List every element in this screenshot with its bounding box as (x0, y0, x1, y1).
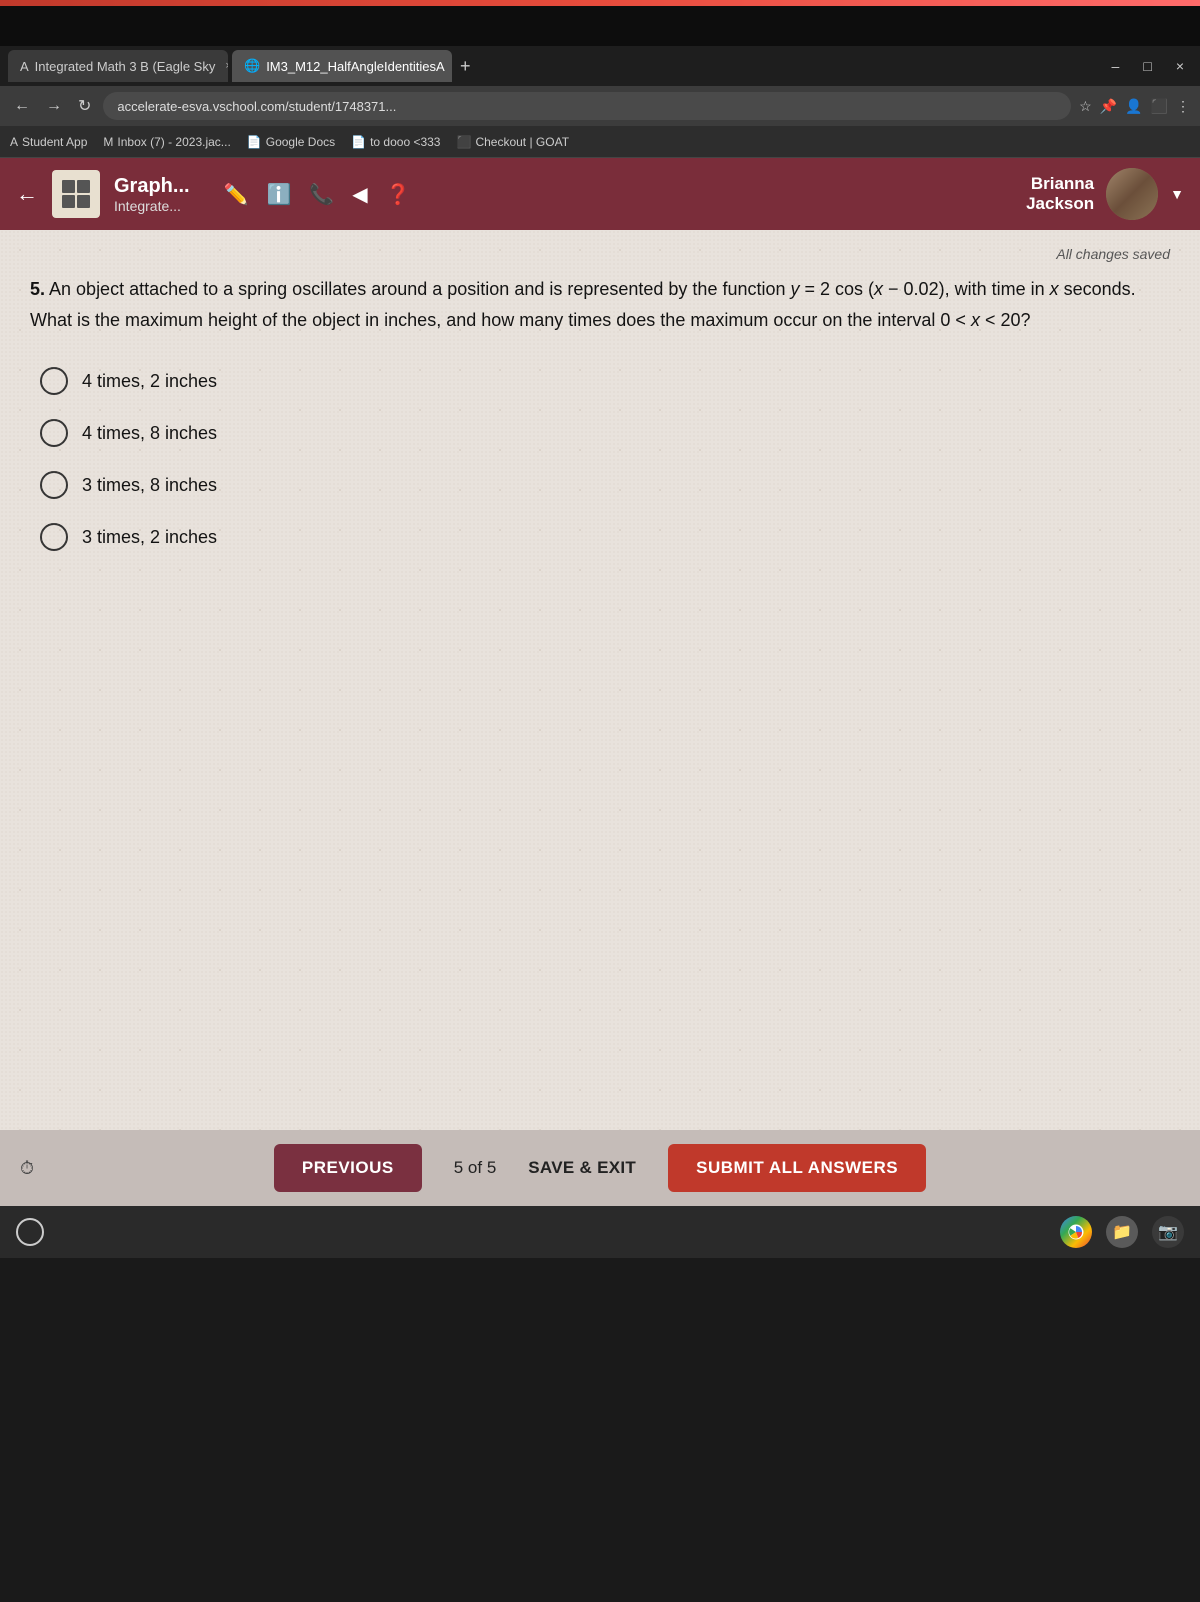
previous-button[interactable]: PREVIOUS (274, 1144, 422, 1192)
grid-cell-1 (62, 180, 75, 193)
tab-label-math: Integrated Math 3 B (Eagle Sky (35, 59, 216, 74)
clock-icon: ⏱ (20, 1158, 34, 1179)
pin-icon[interactable]: 📌 (1100, 98, 1117, 115)
saved-notice: All changes saved (30, 246, 1170, 262)
taskbar-google-icon[interactable] (1060, 1216, 1092, 1248)
taskbar-cam-icon[interactable]: 📷 (1152, 1216, 1184, 1248)
header-subtitle: Integrate... (114, 198, 190, 214)
bookmark-icon-todo: 📄 (351, 135, 366, 149)
help-icon[interactable]: ❓ (386, 182, 411, 207)
reload-button[interactable]: ↻ (74, 92, 95, 120)
grid-cell-4 (77, 195, 90, 208)
header-title: Graph... (114, 175, 190, 198)
clock-icon-area: ⏱ (20, 1158, 34, 1179)
math-x: x (874, 279, 883, 299)
math-x2: x (1050, 279, 1059, 299)
header-actions: ✏️ ℹ️ 📞 ◀ ❓ (224, 182, 411, 207)
bookmark-icon-checkout: ⬛ (456, 135, 471, 149)
math-x3: x (971, 310, 980, 330)
header-right: BriannaJackson ▼ (1026, 168, 1184, 220)
bookmark-inbox[interactable]: M Inbox (7) - 2023.jac... (103, 135, 230, 149)
question-number: 5. (30, 279, 45, 299)
tab-icon-math: A (20, 59, 29, 74)
top-bar (0, 6, 1200, 46)
app-logo-box (52, 170, 100, 218)
user-dropdown-arrow[interactable]: ▼ (1170, 186, 1184, 202)
app-back-button[interactable]: ← (16, 181, 38, 207)
window-controls: – □ × (1104, 56, 1192, 76)
phone-icon[interactable]: 📞 (309, 182, 334, 207)
avatar-image (1106, 168, 1158, 220)
tab-label-im3: IM3_M12_HalfAngleIdentitiesA (266, 59, 445, 74)
tab-im3-active[interactable]: 🌐 IM3_M12_HalfAngleIdentitiesA × (232, 50, 452, 82)
tab-icon-im3: 🌐 (244, 58, 260, 74)
bookmark-student-app[interactable]: A Student App (10, 135, 87, 149)
tab-bar: A Integrated Math 3 B (Eagle Sky × 🌐 IM3… (0, 46, 1200, 86)
tab-integrated-math[interactable]: A Integrated Math 3 B (Eagle Sky × (8, 50, 228, 82)
address-bar: ← → ↻ ☆ 📌 👤 ⬛ ⋮ (0, 86, 1200, 126)
bookmarks-bar: A Student App M Inbox (7) - 2023.jac... … (0, 126, 1200, 158)
question-area: All changes saved 5. An object attached … (0, 230, 1200, 1130)
math-expression: y (791, 279, 800, 299)
address-input[interactable] (103, 92, 1071, 120)
os-taskbar: 📁 📷 (0, 1206, 1200, 1258)
extensions-icon[interactable]: ⬛ (1151, 98, 1168, 115)
bookmark-todo[interactable]: 📄 to dooo <333 (351, 135, 440, 149)
avatar (1106, 168, 1158, 220)
bookmark-icon-docs: 📄 (247, 135, 262, 149)
grid-icon (62, 180, 90, 208)
back-button[interactable]: ← (10, 93, 34, 119)
question-text: 5. An object attached to a spring oscill… (30, 274, 1170, 335)
bookmark-checkout[interactable]: ⬛ Checkout | GOAT (456, 135, 569, 149)
option-d[interactable]: 3 times, 2 inches (40, 523, 1170, 551)
bookmark-icon-inbox: M (103, 135, 113, 149)
bookmark-star-icon[interactable]: ☆ (1079, 98, 1092, 115)
bookmark-icon-student: A (10, 135, 18, 149)
tab-close-math[interactable]: × (225, 60, 228, 72)
menu-icon[interactable]: ⋮ (1176, 98, 1190, 115)
address-icons: ☆ 📌 👤 ⬛ ⋮ (1079, 98, 1190, 115)
taskbar-files-icon[interactable]: 📁 (1106, 1216, 1138, 1248)
close-button[interactable]: × (1168, 56, 1192, 76)
radio-b[interactable] (40, 419, 68, 447)
bottom-bar: ⏱ PREVIOUS 5 of 5 SAVE & EXIT SUBMIT ALL… (0, 1130, 1200, 1206)
bookmark-google-docs[interactable]: 📄 Google Docs (247, 135, 335, 149)
grid-cell-3 (62, 195, 75, 208)
taskbar-icons-right: 📁 📷 (1060, 1216, 1184, 1248)
option-b[interactable]: 4 times, 8 inches (40, 419, 1170, 447)
radio-a[interactable] (40, 367, 68, 395)
user-name: BriannaJackson (1026, 174, 1094, 215)
send-icon[interactable]: ◀ (352, 182, 367, 207)
radio-c[interactable] (40, 471, 68, 499)
save-exit-button[interactable]: SAVE & EXIT (528, 1158, 636, 1178)
browser-chrome: A Integrated Math 3 B (Eagle Sky × 🌐 IM3… (0, 46, 1200, 158)
app-header: ← Graph... Integrate... ✏️ ℹ️ 📞 ◀ ❓ Bria… (0, 158, 1200, 230)
forward-button[interactable]: → (42, 93, 66, 119)
options-list: 4 times, 2 inches 4 times, 8 inches 3 ti… (30, 367, 1170, 551)
option-c-label: 3 times, 8 inches (82, 475, 217, 496)
minimize-button[interactable]: – (1104, 56, 1128, 76)
header-title-area: Graph... Integrate... (114, 175, 190, 214)
radio-d[interactable] (40, 523, 68, 551)
option-b-label: 4 times, 8 inches (82, 423, 217, 444)
info-icon[interactable]: ℹ️ (266, 182, 291, 207)
new-tab-button[interactable]: + (460, 56, 471, 77)
profile-icon[interactable]: 👤 (1125, 98, 1142, 115)
maximize-button[interactable]: □ (1135, 56, 1159, 76)
submit-all-button[interactable]: SUBMIT ALL ANSWERS (668, 1144, 926, 1192)
option-c[interactable]: 3 times, 8 inches (40, 471, 1170, 499)
app-content: ← Graph... Integrate... ✏️ ℹ️ 📞 ◀ ❓ Bria… (0, 158, 1200, 1206)
option-a-label: 4 times, 2 inches (82, 371, 217, 392)
taskbar-circle (16, 1218, 44, 1246)
grid-cell-2 (77, 180, 90, 193)
page-indicator: 5 of 5 (454, 1158, 497, 1178)
pencil-icon[interactable]: ✏️ (224, 182, 249, 207)
option-d-label: 3 times, 2 inches (82, 527, 217, 548)
option-a[interactable]: 4 times, 2 inches (40, 367, 1170, 395)
